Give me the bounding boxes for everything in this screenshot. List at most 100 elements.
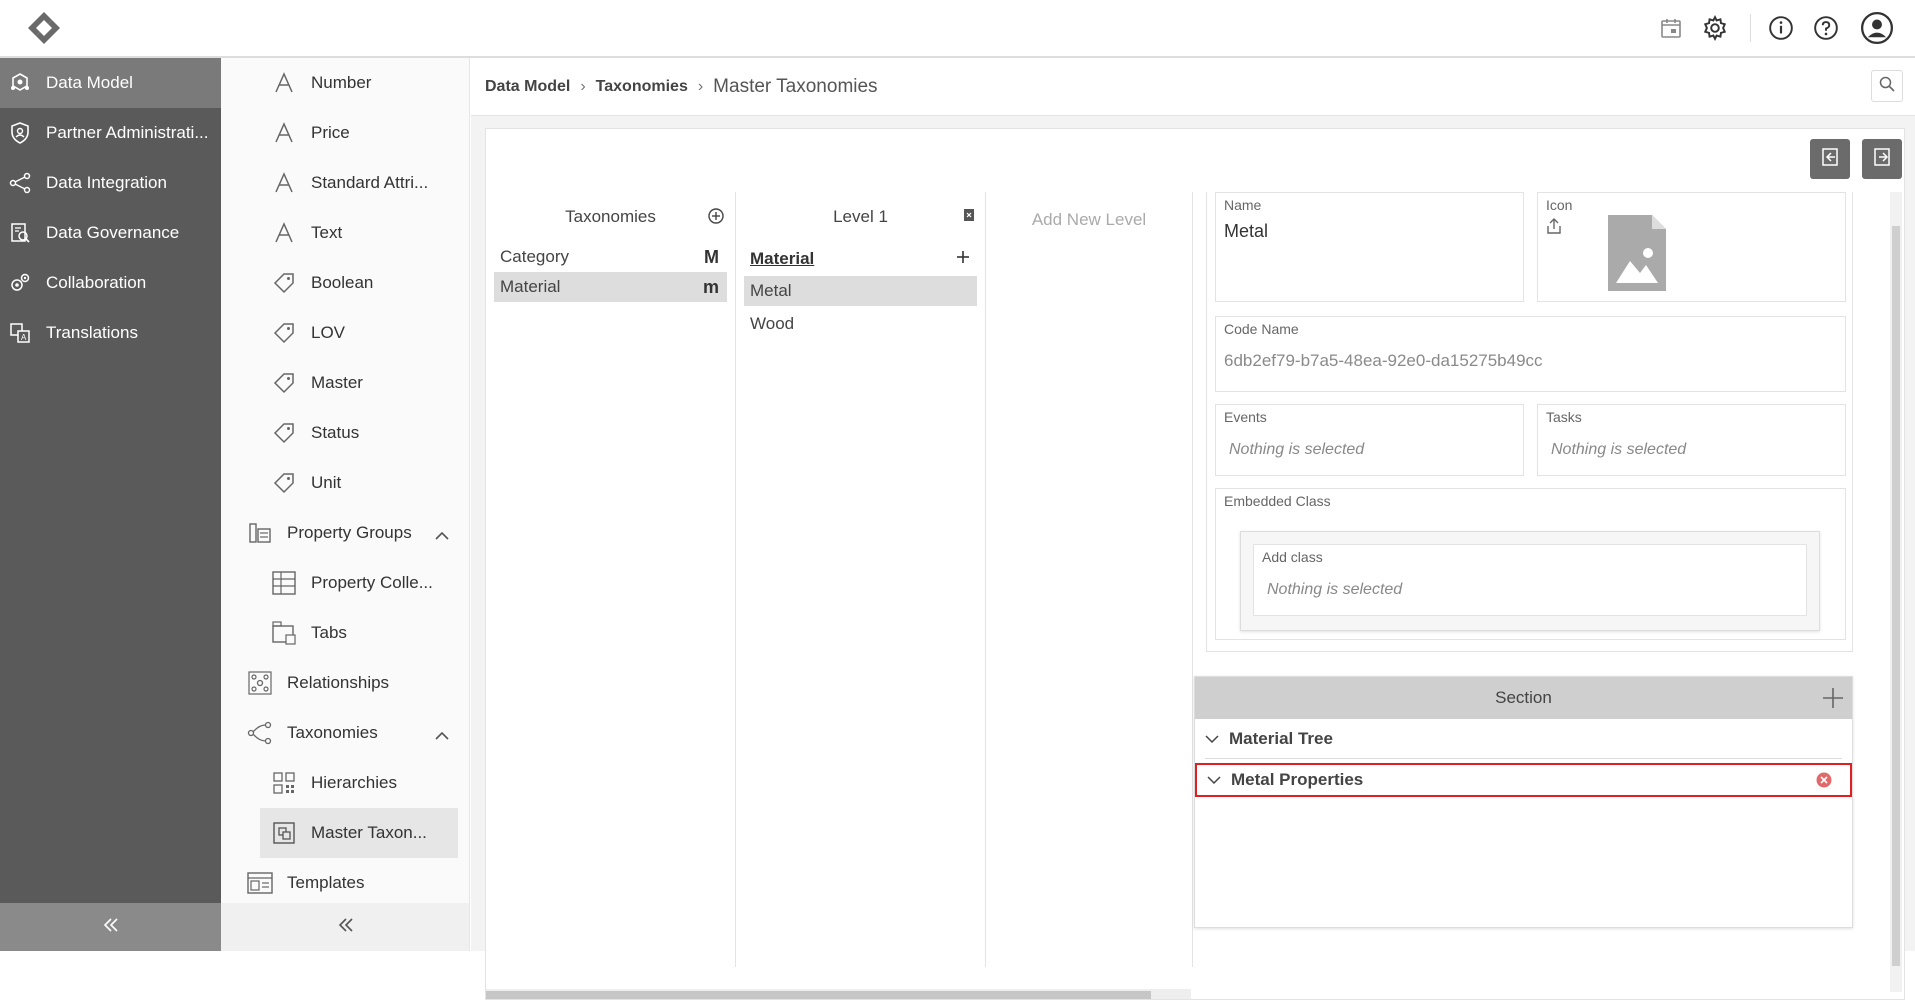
delete-level-icon[interactable] — [963, 207, 975, 227]
subnav-item-master[interactable]: Master — [221, 358, 469, 408]
info-icon[interactable] — [1765, 12, 1797, 44]
subnav-item-label: Number — [311, 73, 372, 92]
subnav-item-unit[interactable]: Unit — [221, 458, 469, 508]
add-new-level-button[interactable]: Add New Level — [986, 192, 1192, 230]
subnav-item-hierarchies[interactable]: Hierarchies — [221, 758, 469, 808]
column-title: Level 1 — [833, 207, 888, 226]
add-circle-icon[interactable] — [707, 207, 725, 230]
subnav-item-label: Standard Attri... — [311, 173, 429, 192]
sidebar-item-label: Data Model — [46, 73, 133, 92]
gear-icon[interactable] — [1699, 12, 1731, 44]
sidebar-item-label: Data Integration — [46, 173, 167, 192]
breadcrumb-chevron-icon: › — [697, 77, 704, 95]
field-label: Add class — [1262, 549, 1323, 565]
tabs-icon — [271, 620, 297, 646]
subnav-item-label: Tabs — [311, 623, 347, 642]
horizontal-scrollbar[interactable] — [486, 989, 1191, 999]
translations-icon: A — [8, 321, 32, 345]
embedded-class-field: Embedded Class Add class Nothing is sele… — [1215, 488, 1846, 640]
subnav-item-lov[interactable]: LOV — [221, 308, 469, 358]
section-row-metal-properties[interactable]: Metal Properties — [1195, 763, 1852, 797]
subnav-item-relationships[interactable]: Relationships — [221, 658, 469, 708]
name-value[interactable]: Metal — [1224, 221, 1268, 242]
sidebar-item-data-governance[interactable]: Data Governance — [0, 208, 221, 258]
subnav-item-label: Boolean — [311, 273, 374, 292]
add-class-field[interactable]: Add class Nothing is selected — [1253, 544, 1807, 616]
double-chevron-left-icon — [336, 917, 356, 938]
breadcrumb-data-model[interactable]: Data Model — [485, 78, 570, 96]
user-icon[interactable] — [1859, 10, 1895, 46]
name-field[interactable]: Name Metal — [1215, 192, 1524, 302]
upload-icon[interactable] — [1546, 217, 1562, 240]
sidebar-item-data-model[interactable]: Data Model — [0, 58, 221, 108]
add-section-icon[interactable] — [1822, 687, 1844, 714]
subnav-item-label: Property Groups — [287, 523, 412, 542]
taxonomies-icon — [247, 720, 273, 746]
subnav-item-standard-attributes[interactable]: Standard Attri... — [221, 158, 469, 208]
add-class-select[interactable]: Nothing is selected — [1267, 581, 1402, 599]
level-item-wood[interactable]: Wood — [744, 309, 977, 339]
remove-section-icon[interactable] — [1816, 772, 1832, 793]
sidebar-item-data-integration[interactable]: Data Integration — [0, 158, 221, 208]
toolbar-divider — [1750, 14, 1751, 42]
chevron-up-icon[interactable] — [434, 526, 450, 546]
column-title: Taxonomies — [565, 207, 656, 226]
taxonomy-item-material[interactable]: Material m — [494, 272, 727, 302]
subnav-item-templates[interactable]: Templates — [221, 858, 469, 908]
scrollbar-thumb[interactable] — [486, 991, 1151, 999]
data-model-subnav: Number Price Standard Attri... Text Bool… — [221, 58, 470, 951]
chevron-down-icon[interactable] — [1205, 729, 1219, 749]
sidebar-item-translations[interactable]: A Translations — [0, 308, 221, 358]
level-parent-link[interactable]: Material — [744, 242, 977, 276]
subnav-item-boolean[interactable]: Boolean — [221, 258, 469, 308]
level-parent-label: Material — [750, 249, 815, 268]
sidebar-item-partner-administration[interactable]: Partner Administrati... — [0, 108, 221, 158]
import-button[interactable] — [1810, 139, 1850, 179]
subnav-item-property-groups[interactable]: Property Groups — [221, 508, 469, 558]
subnav-item-tabs[interactable]: Tabs — [221, 608, 469, 658]
tasks-select[interactable]: Nothing is selected — [1551, 441, 1686, 459]
governance-icon — [8, 221, 32, 245]
section-row-material-tree[interactable]: Material Tree — [1205, 719, 1842, 759]
sidebar-item-label: Partner Administrati... — [46, 123, 209, 142]
plus-icon[interactable] — [955, 249, 971, 270]
calendar-icon[interactable] — [1655, 12, 1687, 44]
subnav-item-price[interactable]: Price — [221, 108, 469, 158]
help-icon[interactable] — [1810, 12, 1842, 44]
tag-icon — [271, 420, 297, 446]
subnav-item-number[interactable]: Number — [221, 58, 469, 108]
subnav-item-taxonomies[interactable]: Taxonomies — [221, 708, 469, 758]
level-item-metal[interactable]: Metal — [744, 276, 977, 306]
taxonomies-column: Taxonomies Category M Material m — [486, 192, 736, 967]
sidebar-collapse-button[interactable] — [0, 903, 221, 951]
level-1-column: Level 1 Material Metal Wood — [736, 192, 986, 967]
chevron-down-icon[interactable] — [1207, 770, 1221, 790]
add-class-panel: Add class Nothing is selected — [1240, 531, 1820, 631]
subnav-item-text[interactable]: Text — [221, 208, 469, 258]
field-label: Name — [1224, 197, 1262, 213]
subnav-item-property-collections[interactable]: Property Colle... — [221, 558, 469, 608]
chevron-up-icon[interactable] — [434, 726, 450, 746]
taxonomy-item-category[interactable]: Category M — [494, 242, 727, 272]
vertical-scrollbar[interactable] — [1890, 192, 1902, 992]
export-button[interactable] — [1862, 139, 1902, 179]
sidebar-item-label: Collaboration — [46, 273, 147, 292]
subnav-item-master-taxonomies[interactable]: Master Taxon... — [221, 808, 469, 858]
breadcrumb: Data Model › Taxonomies › Master Taxonom… — [471, 58, 1915, 116]
tag-icon — [271, 470, 297, 496]
tasks-field[interactable]: Tasks Nothing is selected — [1537, 404, 1846, 476]
scrollbar-thumb[interactable] — [1892, 226, 1900, 966]
subnav-collapse-button[interactable] — [221, 903, 469, 951]
image-placeholder-icon — [1608, 215, 1666, 296]
detail-pane: Name Metal Icon Code Name 6db2ef79-b7a5-… — [1194, 192, 1894, 992]
events-field[interactable]: Events Nothing is selected — [1215, 404, 1524, 476]
events-select[interactable]: Nothing is selected — [1229, 441, 1364, 459]
attribute-icon — [271, 170, 297, 196]
table-icon — [271, 570, 297, 596]
search-button[interactable] — [1871, 70, 1903, 102]
subnav-item-status[interactable]: Status — [221, 408, 469, 458]
logo-icon[interactable] — [20, 8, 68, 48]
subnav-item-label: Master Taxon... — [311, 823, 427, 842]
breadcrumb-taxonomies[interactable]: Taxonomies — [596, 78, 688, 96]
sidebar-item-collaboration[interactable]: Collaboration — [0, 258, 221, 308]
